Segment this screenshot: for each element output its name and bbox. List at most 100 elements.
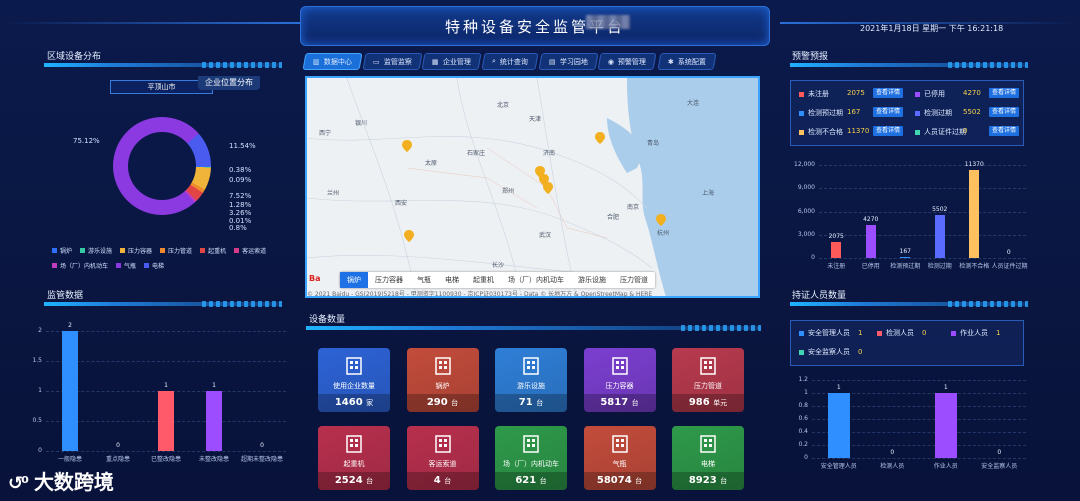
map-pin-icon[interactable]: [543, 182, 553, 194]
legend-swatch: [120, 248, 126, 253]
tab-label: 数据中心: [323, 57, 352, 66]
equipment-unit: 台: [635, 477, 643, 485]
warning-count: 0: [963, 127, 968, 135]
warning-count: 4270: [963, 89, 981, 97]
building-icon: ▦: [432, 57, 439, 66]
bar-value-label: 0: [997, 449, 1002, 456]
supervision-title-bar: [44, 301, 282, 307]
equipment-count: 8923: [688, 475, 717, 486]
personnel-count: 0: [858, 348, 863, 356]
pipe-icon: [699, 354, 717, 376]
tab-0[interactable]: ▥ 数据中心: [302, 53, 363, 70]
equipment-card[interactable]: 游乐设施 71 台: [495, 348, 567, 412]
map-pin-icon[interactable]: [595, 132, 605, 144]
y-tick-label: 1.5: [32, 357, 42, 364]
warning-item: 人员证件过期: [915, 127, 966, 137]
warning-label: 检测过期: [924, 109, 952, 117]
warning-summary-box: 未注册 2075 查看详情 已停用 4270 查看详情 检测预过期 167 查看详情 检测过期 55…: [790, 80, 1024, 146]
bar-value-label: 0: [890, 449, 895, 456]
pie-percent-label: 0.09%: [229, 176, 252, 184]
view-detail-button[interactable]: 查看详情: [989, 126, 1020, 136]
equipment-card[interactable]: 电梯 8923 台: [672, 426, 744, 490]
title-redacted: [586, 15, 630, 29]
map-tab-1[interactable]: 压力容器: [368, 272, 410, 288]
equipment-count: 986: [688, 397, 710, 408]
map-pin-icon[interactable]: [402, 140, 412, 152]
chart-icon: ▥: [313, 57, 320, 66]
map-tab-5[interactable]: 场（厂）内机动车: [501, 272, 571, 288]
x-tick-label: 一般隐患: [57, 456, 82, 463]
equipment-label: 锅炉: [435, 382, 450, 390]
equipment-card[interactable]: 场（厂）内机动车 621 台: [495, 426, 567, 490]
equipment-card[interactable]: 气瓶 58074 台: [583, 426, 656, 490]
equipment-value: 986 单元: [672, 394, 744, 412]
equipment-unit: 台: [720, 477, 728, 485]
map-pin-icon[interactable]: [656, 214, 666, 226]
gridline: [812, 458, 1026, 459]
equipment-card[interactable]: 压力管道 986 单元: [672, 348, 744, 412]
view-detail-button[interactable]: 查看详情: [873, 88, 904, 98]
map-tab-2[interactable]: 气瓶: [410, 272, 438, 288]
map-tab-4[interactable]: 起重机: [466, 272, 501, 288]
equipment-count: 58074: [596, 475, 632, 486]
legend-item: 锅炉: [52, 246, 72, 255]
legend-label: 压力管道: [168, 248, 193, 255]
view-detail-button[interactable]: 查看详情: [989, 88, 1020, 98]
bar-value-label: 1: [943, 384, 948, 391]
personnel-count: 1: [858, 329, 863, 337]
equipment-label: 客运索道: [428, 460, 457, 468]
warning-title: 预警预报: [792, 52, 829, 62]
legend-label: 游乐设施: [88, 248, 113, 255]
warning-item: 检测过期: [915, 108, 952, 118]
bar-value-label: 2075: [828, 232, 844, 240]
tab-2[interactable]: ▦ 企业管理: [421, 53, 482, 70]
view-detail-button[interactable]: 查看详情: [989, 107, 1020, 117]
tab-4[interactable]: ▤ 学习园地: [538, 53, 598, 70]
elevator-icon: [699, 432, 717, 454]
legend-swatch: [52, 248, 57, 253]
view-detail-button[interactable]: 查看详情: [873, 126, 904, 136]
chart-bar: [934, 393, 957, 458]
equipment-card[interactable]: 锅炉 290 台: [406, 348, 479, 412]
bar-value-label: 4270: [863, 215, 879, 223]
chart-bar: [158, 391, 174, 451]
map-copyright: © 2021 Baidu - GS(2019)5218号 - 甲测资字11009…: [307, 291, 653, 298]
tab-6[interactable]: ✱ 系统配置: [657, 53, 716, 70]
map-pin-icon[interactable]: [404, 230, 414, 242]
datetime: 2021年1月18日 星期一 下午 16:21:18: [860, 24, 1004, 33]
legend-label: 起重机: [208, 248, 227, 255]
map-tab-7[interactable]: 压力管道: [613, 272, 655, 288]
view-detail-button[interactable]: 查看详情: [873, 107, 904, 117]
gridline: [812, 380, 1026, 381]
x-tick-label: 未注册: [827, 263, 846, 270]
y-tick-label: 0.4: [798, 428, 808, 435]
y-tick-label: 3,000: [797, 230, 815, 238]
equipment-card[interactable]: 使用企业数量 1460 家: [318, 348, 390, 412]
legend-swatch: [200, 248, 206, 253]
tab-5[interactable]: ◉ 预警管理: [597, 53, 658, 70]
enterprise-map[interactable]: 北京 天津 石家庄 太原 济南 郑州 西安 南京 合肥 武汉 上海 杭州 兰州 西宁 银川 青岛 大连 长沙 Ba: [305, 76, 760, 298]
personnel-swatch: [799, 330, 804, 336]
pie-percent-label: 11.54%: [229, 142, 256, 150]
map-tab-3[interactable]: 电梯: [438, 272, 466, 288]
warning-swatch: [799, 91, 804, 97]
y-tick-label: 0.6: [798, 415, 808, 422]
warning-label: 人员证件过期: [924, 128, 966, 136]
tab-3[interactable]: ⌕ 统计查询: [481, 53, 539, 70]
tab-label: 统计查询: [499, 57, 528, 66]
equipment-card[interactable]: 起重机 2524 台: [318, 426, 390, 490]
equipment-card[interactable]: 压力容器 5817 台: [583, 348, 656, 412]
gridline: [819, 258, 1026, 259]
tab-1[interactable]: ▭ 监管监察: [362, 53, 422, 70]
x-tick-label: 超期未整改隐患: [240, 456, 283, 463]
warning-swatch: [915, 110, 920, 116]
map-tab-0[interactable]: 锅炉: [340, 272, 368, 288]
equipment-card[interactable]: 客运索道 4 台: [406, 426, 479, 490]
personnel-title: 持证人员数量: [792, 291, 847, 301]
equipment-unit: 台: [539, 477, 547, 485]
map-tab-6[interactable]: 游乐设施: [571, 272, 613, 288]
equipment-count: 5817: [600, 397, 629, 408]
legend-swatch: [160, 248, 166, 253]
donut-hole: [128, 132, 196, 200]
baidu-logo-icon: Ba: [309, 274, 321, 283]
